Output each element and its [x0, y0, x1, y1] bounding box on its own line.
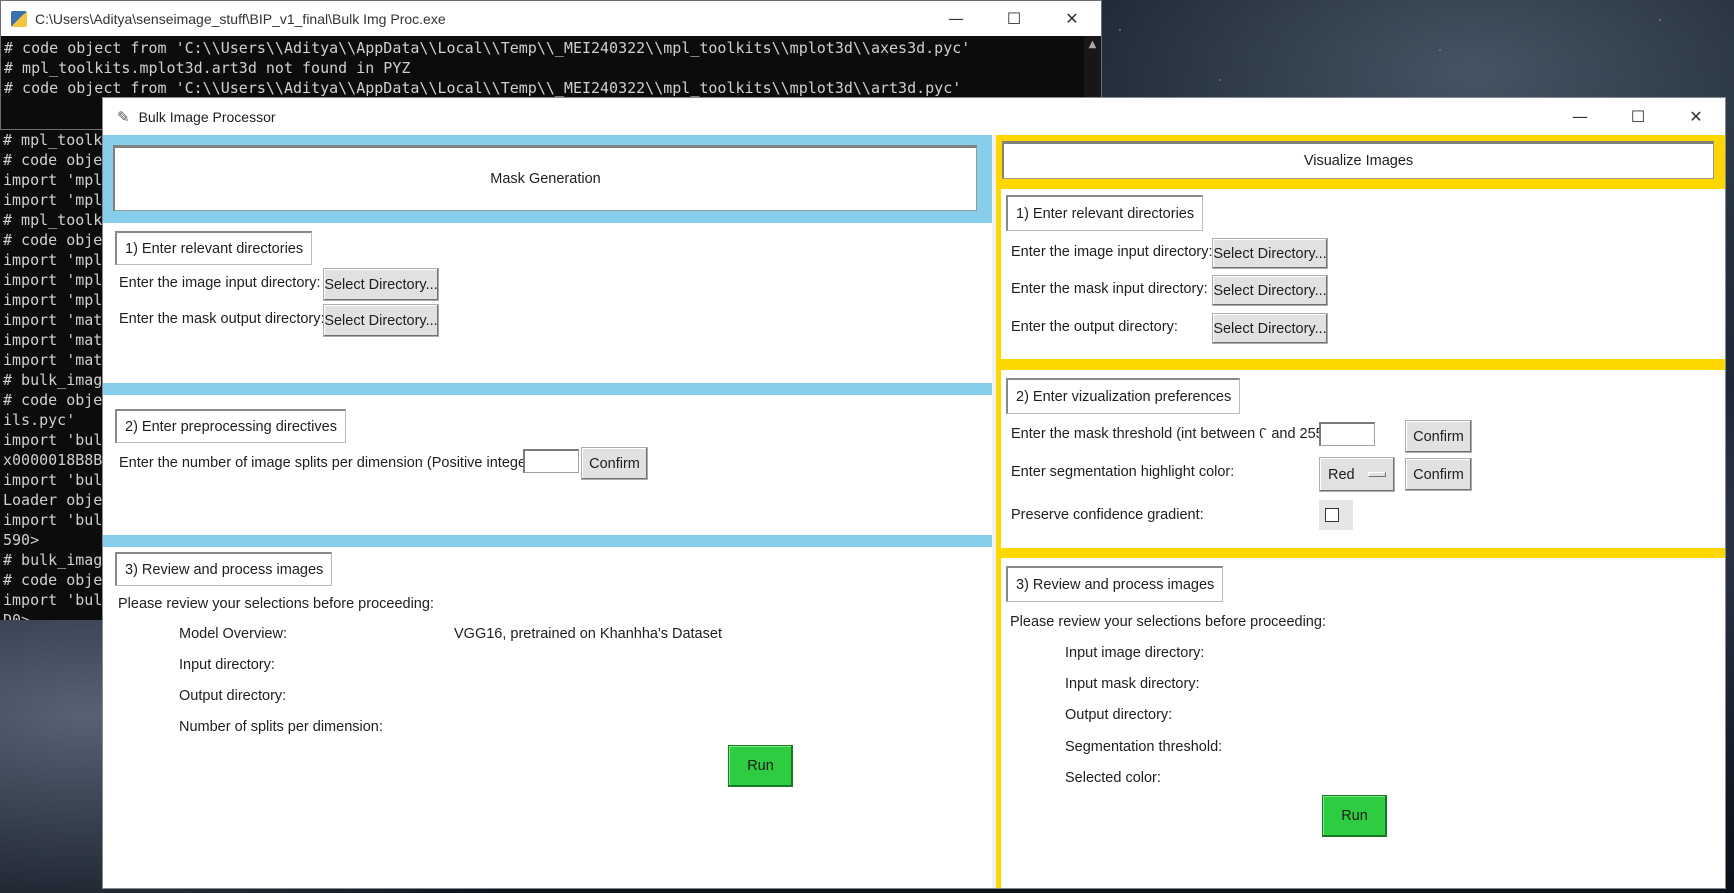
- right-review-prompt: Please review your selections before pro…: [1010, 614, 1326, 630]
- right-preferences-section: 2) Enter vizualization preferences Enter…: [1001, 370, 1725, 548]
- splits-input[interactable]: [523, 449, 579, 473]
- left-run-button[interactable]: Run: [728, 745, 793, 787]
- left-image-input-select-button[interactable]: Select Directory...: [323, 268, 439, 301]
- console-line: ils.pyc': [3, 411, 76, 429]
- right-section3-label: 3) Review and process images: [1006, 566, 1224, 602]
- left-review-prompt: Please review your selections before pro…: [118, 596, 434, 612]
- console-close-button[interactable]: ✕: [1043, 1, 1101, 36]
- left-mask-output-label: Enter the mask output directory:: [119, 311, 325, 327]
- threshold-input[interactable]: [1319, 422, 1375, 446]
- gradient-checkbox-wrap: [1319, 500, 1353, 530]
- console-line: import 'bul: [3, 471, 103, 489]
- right-section1-label: 1) Enter relevant directories: [1006, 195, 1204, 231]
- console-line: # bulk_imag: [3, 551, 103, 569]
- console-line: Loader obje: [3, 491, 103, 509]
- console-maximize-button[interactable]: ☐: [985, 1, 1043, 36]
- console-line: # code object from 'C:\\Users\\Aditya\\A…: [4, 39, 971, 57]
- console-title: C:\Users\Aditya\senseimage_stuff\BIP_v1_…: [35, 10, 446, 27]
- right-section2-label: 2) Enter vizualization preferences: [1006, 378, 1241, 414]
- right-mask-input-label: Enter the mask input directory:: [1011, 281, 1208, 297]
- scroll-up-icon[interactable]: ▲: [1084, 39, 1101, 50]
- feather-icon: ✎: [117, 108, 130, 126]
- mask-generation-header: Mask Generation: [113, 145, 977, 211]
- left-directories-section: 1) Enter relevant directories Enter the …: [103, 223, 992, 383]
- console-line: # mpl_toolk: [3, 211, 103, 229]
- visualize-images-header: Visualize Images: [1002, 141, 1714, 179]
- console-line: import 'mpl: [3, 291, 103, 309]
- console-minimize-button[interactable]: —: [927, 1, 985, 36]
- model-overview-value: VGG16, pretrained on Khanhha's Dataset: [454, 626, 722, 642]
- console-line: import 'bul: [3, 591, 103, 609]
- threshold-confirm-button[interactable]: Confirm: [1405, 420, 1472, 453]
- console-line: import 'mat: [3, 311, 103, 329]
- input-image-dir-label: Input image directory:: [1065, 645, 1205, 661]
- left-image-input-label: Enter the image input directory:: [119, 275, 321, 291]
- console-line: x0000018B8B: [3, 451, 103, 469]
- splits-confirm-button[interactable]: Confirm: [581, 447, 648, 480]
- left-splits-summary-label: Number of splits per dimension:: [179, 719, 383, 735]
- left-preprocessing-section: 2) Enter preprocessing directives Enter …: [103, 395, 992, 535]
- console-line: import 'mpl: [3, 191, 103, 209]
- dropdown-indicator-icon: [1368, 472, 1386, 477]
- console-line: # code obje: [3, 151, 103, 169]
- console-line: 590>: [3, 531, 40, 549]
- mask-generation-panel: Mask Generation 1) Enter relevant direct…: [103, 135, 992, 888]
- app-titlebar[interactable]: ✎ Bulk Image Processor — ☐ ✕: [103, 98, 1725, 135]
- console-line: # code obje: [3, 571, 103, 589]
- app-title: Bulk Image Processor: [138, 108, 276, 125]
- right-output-dir-label: Output directory:: [1065, 707, 1173, 723]
- console-line: import 'bul: [3, 431, 103, 449]
- input-mask-dir-label: Input mask directory:: [1065, 676, 1200, 692]
- right-run-button[interactable]: Run: [1322, 795, 1387, 837]
- visualize-images-panel: Visualize Images 1) Enter relevant direc…: [996, 135, 1725, 888]
- left-section3-label: 3) Review and process images: [115, 552, 333, 586]
- console-line: import 'mat: [3, 331, 103, 349]
- right-review-section: 3) Review and process images Please revi…: [1001, 558, 1725, 888]
- selected-color-label: Selected color:: [1065, 770, 1161, 786]
- color-label: Enter segmentation highlight color:: [1011, 464, 1235, 480]
- left-review-section: 3) Review and process images Please revi…: [103, 547, 992, 888]
- console-output-visible-strip: # mpl_toolk # code obje import 'mpl import …: [0, 130, 104, 620]
- segmentation-threshold-label: Segmentation threshold:: [1065, 739, 1223, 755]
- right-output-select-button[interactable]: Select Directory...: [1212, 313, 1328, 344]
- left-output-dir-label: Output directory:: [179, 688, 287, 704]
- right-directories-section: 1) Enter relevant directories Enter the …: [1001, 189, 1725, 359]
- console-line: import 'bul: [3, 511, 103, 529]
- app-maximize-button[interactable]: ☐: [1609, 98, 1667, 135]
- gradient-checkbox[interactable]: [1325, 508, 1339, 522]
- right-image-input-label: Enter the image input directory:: [1011, 244, 1213, 260]
- console-line: # bulk_imag: [3, 371, 103, 389]
- gradient-label: Preserve confidence gradient:: [1011, 507, 1204, 523]
- python-app-icon: [11, 10, 27, 27]
- color-dropdown-value: Red: [1328, 466, 1355, 483]
- console-line: # code obje: [3, 231, 103, 249]
- console-line: D0>: [3, 611, 31, 620]
- console-line: # code obje: [3, 391, 103, 409]
- console-line: import 'mpl: [3, 171, 103, 189]
- console-titlebar[interactable]: C:\Users\Aditya\senseimage_stuff\BIP_v1_…: [1, 1, 1101, 36]
- console-line: # mpl_toolk: [3, 131, 103, 149]
- color-confirm-button[interactable]: Confirm: [1405, 458, 1472, 491]
- right-mask-input-select-button[interactable]: Select Directory...: [1212, 275, 1328, 306]
- left-mask-output-select-button[interactable]: Select Directory...: [323, 304, 439, 337]
- console-line: import 'mpl: [3, 251, 103, 269]
- color-dropdown[interactable]: Red: [1319, 457, 1395, 492]
- right-image-input-select-button[interactable]: Select Directory...: [1212, 238, 1328, 269]
- app-minimize-button[interactable]: —: [1551, 98, 1609, 135]
- left-section1-label: 1) Enter relevant directories: [115, 231, 313, 265]
- mouse-cursor-icon: [1262, 429, 1271, 445]
- left-section2-label: 2) Enter preprocessing directives: [115, 409, 346, 443]
- bulk-image-processor-window: ✎ Bulk Image Processor — ☐ ✕ Mask Genera…: [102, 97, 1726, 889]
- app-close-button[interactable]: ✕: [1667, 98, 1725, 135]
- console-line: import 'mpl: [3, 271, 103, 289]
- splits-label: Enter the number of image splits per dim…: [119, 455, 540, 471]
- console-line: # mpl_toolkits.mplot3d.art3d not found i…: [4, 59, 411, 77]
- model-overview-label: Model Overview:: [179, 626, 287, 642]
- left-input-dir-label: Input directory:: [179, 657, 275, 673]
- console-line: import 'mat: [3, 351, 103, 369]
- console-line: # code object from 'C:\\Users\\Aditya\\A…: [4, 79, 962, 97]
- right-output-label: Enter the output directory:: [1011, 319, 1178, 335]
- threshold-label: Enter the mask threshold (int between 0 …: [1011, 426, 1333, 442]
